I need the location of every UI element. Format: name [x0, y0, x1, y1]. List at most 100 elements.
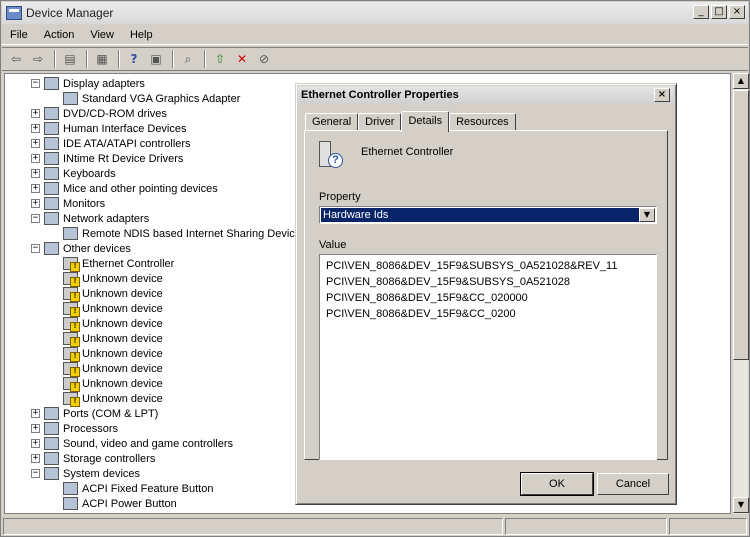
- tree-item[interactable]: + Monitors: [31, 196, 105, 211]
- tab-details[interactable]: Details: [401, 111, 450, 132]
- expand-icon[interactable]: +: [31, 124, 40, 133]
- tree-item[interactable]: + Processors: [31, 421, 118, 436]
- uninstall-icon[interactable]: ✕: [232, 50, 252, 68]
- property-selected-value: Hardware Ids: [321, 208, 640, 222]
- menu-action[interactable]: Action: [36, 29, 83, 41]
- collapse-icon[interactable]: −: [31, 469, 40, 478]
- tree-item[interactable]: Unknown device: [63, 316, 163, 332]
- properties-icon[interactable]: ▦: [92, 50, 112, 68]
- tree-item[interactable]: + Human Interface Devices: [31, 121, 187, 136]
- menu-help[interactable]: Help: [122, 29, 161, 41]
- value-list[interactable]: PCI\VEN_8086&DEV_15F9&SUBSYS_0A521028&RE…: [319, 254, 657, 460]
- export-icon[interactable]: ▣: [146, 50, 166, 68]
- title-bar[interactable]: Device Manager _ □ ×: [2, 2, 748, 24]
- dialog-close-button[interactable]: ×: [654, 88, 670, 102]
- menu-file[interactable]: File: [2, 29, 36, 41]
- menu-view[interactable]: View: [82, 29, 122, 41]
- back-icon[interactable]: ⇦: [6, 50, 26, 68]
- close-button[interactable]: ×: [729, 5, 745, 19]
- ide-controller-icon: [44, 137, 59, 150]
- tree-item[interactable]: ACPI Power Button: [63, 496, 177, 511]
- other-devices-icon: [44, 242, 59, 255]
- tree-item[interactable]: Standard VGA Graphics Adapter: [63, 91, 240, 106]
- maximize-button[interactable]: □: [711, 5, 727, 19]
- tree-item[interactable]: + INtime Rt Device Drivers: [31, 151, 183, 166]
- scan-icon[interactable]: ⌕: [178, 50, 198, 68]
- tree-item[interactable]: + Keyboards: [31, 166, 116, 181]
- tree-item[interactable]: + Sound, video and game controllers: [31, 436, 233, 451]
- tree-item[interactable]: Ethernet Controller: [63, 256, 175, 272]
- device-name: Ethernet Controller: [361, 146, 454, 158]
- collapse-icon[interactable]: −: [31, 244, 40, 253]
- warning-device-icon: [63, 377, 80, 392]
- tree-item[interactable]: + Mice and other pointing devices: [31, 181, 218, 196]
- tree-item[interactable]: + Ports (COM & LPT): [31, 406, 158, 421]
- expand-icon[interactable]: +: [31, 139, 40, 148]
- list-item[interactable]: PCI\VEN_8086&DEV_15F9&SUBSYS_0A521028: [326, 274, 650, 290]
- dialog-title-bar[interactable]: Ethernet Controller Properties ×: [298, 86, 674, 104]
- tree-item-label: System devices: [63, 467, 141, 480]
- expand-icon[interactable]: +: [31, 169, 40, 178]
- tree-item[interactable]: − Network adapters: [31, 211, 149, 226]
- minimize-button[interactable]: _: [693, 5, 709, 19]
- tree-item[interactable]: + DVD/CD-ROM drives: [31, 106, 167, 121]
- list-item[interactable]: PCI\VEN_8086&DEV_15F9&SUBSYS_0A521028&RE…: [326, 258, 650, 274]
- expand-icon[interactable]: +: [31, 154, 40, 163]
- properties-dialog: Ethernet Controller Properties × General…: [295, 83, 677, 505]
- status-pane: [3, 518, 503, 535]
- expand-icon[interactable]: +: [31, 199, 40, 208]
- cancel-button[interactable]: Cancel: [597, 473, 669, 495]
- tree-item[interactable]: Unknown device: [63, 361, 163, 377]
- tree-item[interactable]: Unknown device: [63, 376, 163, 392]
- property-select[interactable]: Hardware Ids ▼: [319, 206, 657, 224]
- collapse-icon[interactable]: −: [31, 214, 40, 223]
- tree-item[interactable]: − Other devices: [31, 241, 131, 256]
- update-driver-icon[interactable]: ⇧: [210, 50, 230, 68]
- tab-general[interactable]: General: [305, 113, 359, 131]
- dialog-tabs: General Driver Details Resources: [305, 111, 516, 132]
- list-item[interactable]: PCI\VEN_8086&DEV_15F9&CC_0200: [326, 306, 650, 322]
- expand-icon[interactable]: +: [31, 424, 40, 433]
- tree-item[interactable]: Unknown device: [63, 346, 163, 362]
- ports-icon: [44, 407, 59, 420]
- tab-resources[interactable]: Resources: [449, 113, 516, 131]
- expand-icon[interactable]: +: [31, 409, 40, 418]
- vertical-scrollbar[interactable]: ▲ ▼: [732, 73, 749, 514]
- tree-item[interactable]: Remote NDIS based Internet Sharing Devic…: [63, 226, 301, 241]
- help-icon[interactable]: ?: [124, 50, 144, 68]
- tree-item-label: Unknown device: [82, 392, 163, 405]
- tree-item[interactable]: Unknown device: [63, 286, 163, 302]
- scroll-up-icon[interactable]: ▲: [733, 73, 749, 89]
- expand-icon[interactable]: +: [31, 184, 40, 193]
- console-tree-icon[interactable]: ▤: [60, 50, 80, 68]
- tree-item[interactable]: Unknown device: [63, 271, 163, 287]
- tree-item[interactable]: − Display adapters: [31, 76, 145, 91]
- tree-item[interactable]: Unknown device: [63, 391, 163, 407]
- warning-device-icon: [63, 347, 80, 362]
- tree-item[interactable]: Unknown device: [63, 301, 163, 317]
- disable-icon[interactable]: ⊘: [254, 50, 274, 68]
- collapse-icon[interactable]: −: [31, 79, 40, 88]
- tree-item[interactable]: + Storage controllers: [31, 451, 155, 466]
- tab-driver[interactable]: Driver: [358, 113, 402, 131]
- tree-item[interactable]: Unknown device: [63, 331, 163, 347]
- expand-icon[interactable]: +: [31, 109, 40, 118]
- tree-item-label: Mice and other pointing devices: [63, 182, 218, 195]
- ok-button[interactable]: OK: [520, 472, 594, 496]
- scroll-thumb[interactable]: [733, 90, 749, 360]
- scroll-down-icon[interactable]: ▼: [733, 497, 749, 513]
- tree-item-label: Ethernet Controller: [82, 257, 175, 270]
- forward-icon[interactable]: ⇨: [28, 50, 48, 68]
- tree-item-label: Standard VGA Graphics Adapter: [82, 92, 241, 105]
- list-item[interactable]: PCI\VEN_8086&DEV_15F9&CC_020000: [326, 290, 650, 306]
- chevron-down-icon[interactable]: ▼: [639, 208, 655, 222]
- expand-icon[interactable]: +: [31, 439, 40, 448]
- window-controls: _ □ ×: [693, 5, 745, 19]
- tree-item-label: Unknown device: [82, 287, 163, 300]
- status-pane: [505, 518, 667, 535]
- tree-item[interactable]: ACPI Fixed Feature Button: [63, 481, 213, 496]
- tree-item[interactable]: − System devices: [31, 466, 140, 481]
- expand-icon[interactable]: +: [31, 454, 40, 463]
- tree-item-label: Remote NDIS based Internet Sharing Devic…: [82, 227, 301, 240]
- tree-item[interactable]: + IDE ATA/ATAPI controllers: [31, 136, 191, 151]
